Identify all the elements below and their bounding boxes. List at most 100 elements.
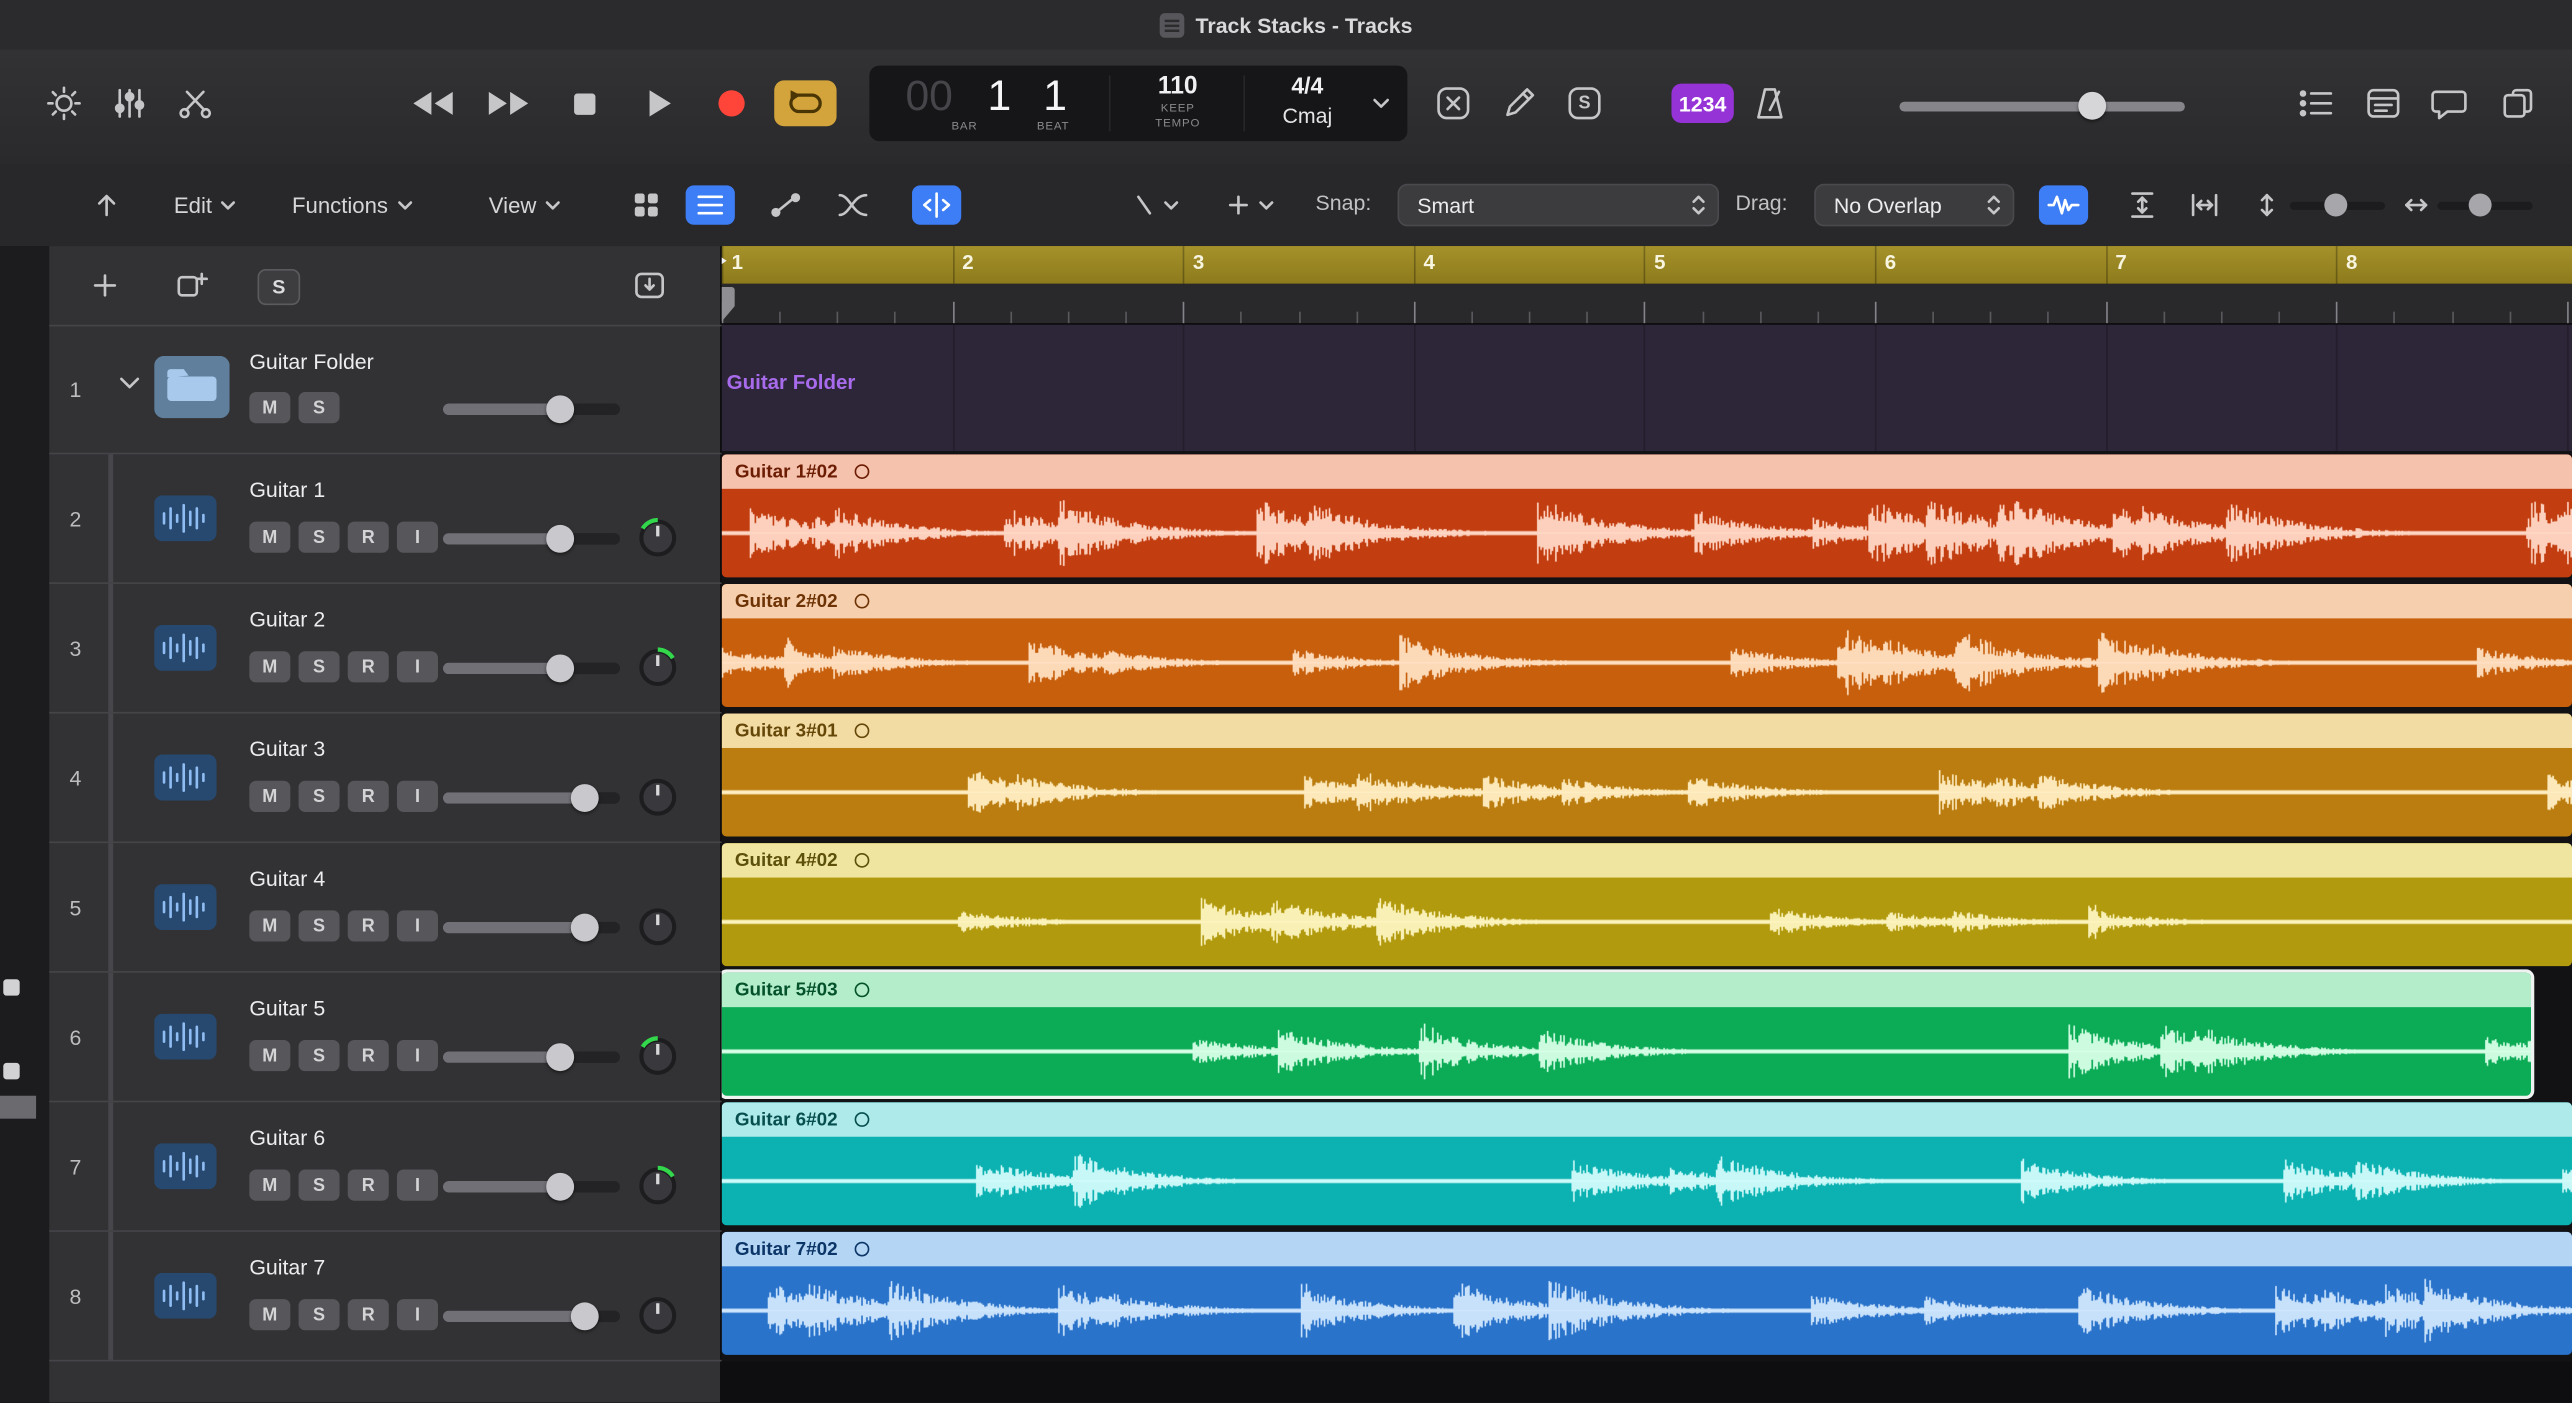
track-name[interactable]: Guitar 7	[249, 1255, 325, 1280]
volume-fader[interactable]	[443, 784, 620, 810]
vertical-zoom-slider[interactable]	[2290, 202, 2385, 210]
global-solo-button[interactable]: S	[258, 269, 301, 305]
track-2-r-button[interactable]: R	[348, 522, 389, 553]
audio-region[interactable]: Guitar 3#01	[722, 714, 2572, 837]
playhead-arrow-icon[interactable]	[722, 251, 727, 271]
fader-thumb[interactable]	[571, 1302, 599, 1330]
ruler-bar-number[interactable]: 2	[962, 251, 973, 274]
pan-knob[interactable]	[636, 776, 679, 819]
region-header[interactable]: Guitar 6#02	[722, 1102, 2572, 1136]
ruler-bar-number[interactable]: 7	[2115, 251, 2126, 274]
ruler-bar-number[interactable]: 6	[1885, 251, 1896, 274]
fader-thumb[interactable]	[547, 525, 575, 553]
functions-menu[interactable]: Functions	[292, 187, 413, 223]
folder-region[interactable]: Guitar Folder	[722, 325, 2572, 451]
region-header[interactable]: Guitar 5#03	[722, 973, 2531, 1007]
fader-thumb[interactable]	[547, 395, 575, 423]
track-8-s-button[interactable]: S	[299, 1299, 340, 1330]
horizontal-zoom-slider[interactable]	[2438, 202, 2533, 210]
track-name[interactable]: Guitar 5	[249, 996, 325, 1021]
track-name[interactable]: Guitar 3	[249, 736, 325, 761]
title-bar[interactable]: Track Stacks - Tracks	[0, 0, 2572, 51]
track-5-i-button[interactable]: I	[397, 910, 438, 941]
region-header[interactable]: Guitar 2#02	[722, 584, 2572, 618]
metronome-icon[interactable]	[1745, 82, 1794, 125]
loop-icon[interactable]	[854, 594, 869, 609]
audio-region[interactable]: Guitar 5#03	[722, 973, 2531, 1096]
list-icon[interactable]	[2292, 82, 2341, 125]
loop-icon[interactable]	[854, 723, 869, 738]
fader-thumb[interactable]	[571, 784, 599, 812]
horizontal-auto-zoom-button[interactable]	[2180, 185, 2229, 224]
rewind-button[interactable]	[408, 82, 457, 125]
folder-track-icon[interactable]	[154, 356, 229, 418]
audio-track-icon[interactable]	[154, 755, 216, 801]
track-3-s-button[interactable]: S	[299, 651, 340, 682]
volume-fader[interactable]	[443, 1302, 620, 1328]
track-row-folder[interactable]: 1 Guitar Folder MS	[49, 325, 722, 455]
volume-fader[interactable]	[443, 1043, 620, 1069]
disclosure-chevron-icon[interactable]	[118, 376, 141, 392]
master-volume-slider[interactable]	[1899, 102, 2184, 112]
fast-forward-button[interactable]	[484, 82, 533, 125]
pencil-icon[interactable]	[1494, 82, 1543, 125]
grid-view-icon[interactable]	[622, 185, 671, 224]
track-5-s-button[interactable]: S	[299, 910, 340, 941]
audio-region[interactable]: Guitar 7#02	[722, 1232, 2572, 1355]
track-5-r-button[interactable]: R	[348, 910, 389, 941]
track-row[interactable]: 6 Guitar 5 MSRI	[49, 973, 722, 1103]
waveform-zoom-button[interactable]	[2039, 185, 2088, 224]
track-7-i-button[interactable]: I	[397, 1170, 438, 1201]
ruler-bar-number[interactable]: 5	[1654, 251, 1665, 274]
audio-track-icon[interactable]	[154, 1014, 216, 1060]
audio-track-icon[interactable]	[154, 495, 216, 541]
track-7-r-button[interactable]: R	[348, 1170, 389, 1201]
play-button[interactable]	[635, 82, 684, 125]
timeline-area[interactable]: 12345678 Guitar Folder Guitar 1#02 Guita…	[722, 246, 2572, 1402]
track-2-i-button[interactable]: I	[397, 522, 438, 553]
track-2-m-button[interactable]: M	[249, 522, 290, 553]
audio-region[interactable]: Guitar 4#02	[722, 843, 2572, 966]
track-name[interactable]: Guitar 1	[249, 477, 325, 502]
flex-icon[interactable]	[912, 185, 961, 224]
track-row[interactable]: 8 Guitar 7 MSRI	[49, 1232, 722, 1362]
region-header[interactable]: Guitar 4#02	[722, 843, 2572, 877]
record-button[interactable]	[707, 82, 756, 125]
brightness-icon[interactable]	[39, 82, 88, 125]
track-1-s-button[interactable]: S	[299, 392, 340, 423]
track-row[interactable]: 7 Guitar 6 MSRI	[49, 1102, 722, 1232]
vertical-zoom-thumb[interactable]	[2324, 194, 2347, 217]
master-volume-thumb[interactable]	[2078, 92, 2106, 120]
pan-knob[interactable]	[636, 517, 679, 560]
loop-icon[interactable]	[854, 464, 869, 479]
cancel-box-icon[interactable]	[1429, 82, 1478, 125]
track-8-r-button[interactable]: R	[348, 1299, 389, 1330]
pan-knob[interactable]	[636, 646, 679, 689]
snap-mode-select[interactable]: Smart	[1398, 184, 1720, 227]
track-5-m-button[interactable]: M	[249, 910, 290, 941]
track-6-s-button[interactable]: S	[299, 1040, 340, 1071]
pan-knob[interactable]	[636, 1165, 679, 1208]
lcd-display[interactable]: 00 1 1 BAR BEAT 110 KEEP TEMPO 4/4 Cmaj	[869, 66, 1407, 141]
loop-icon[interactable]	[854, 1112, 869, 1127]
volume-fader[interactable]	[443, 1173, 620, 1199]
track-row[interactable]: 4 Guitar 3 MSRI	[49, 714, 722, 844]
track-row[interactable]: 2 Guitar 1 MSRI	[49, 454, 722, 584]
horizontal-zoom-thumb[interactable]	[2469, 194, 2492, 217]
track-8-m-button[interactable]: M	[249, 1299, 290, 1330]
audio-region[interactable]: Guitar 1#02	[722, 454, 2572, 577]
copy-icon[interactable]	[2493, 82, 2542, 125]
track-4-r-button[interactable]: R	[348, 781, 389, 812]
region-header[interactable]: Guitar 1#02	[722, 454, 2572, 488]
track-name[interactable]: Guitar 2	[249, 607, 325, 632]
audio-track-icon[interactable]	[154, 1273, 216, 1319]
scissors-icon[interactable]	[171, 82, 220, 125]
track-2-s-button[interactable]: S	[299, 522, 340, 553]
region-header[interactable]: Guitar 7#02	[722, 1232, 2572, 1266]
volume-fader[interactable]	[443, 525, 620, 551]
add-track-button[interactable]	[84, 266, 127, 305]
solo-box-icon[interactable]: S	[1560, 82, 1609, 125]
fader-thumb[interactable]	[547, 1173, 575, 1201]
view-menu[interactable]: View	[489, 187, 561, 223]
track-6-r-button[interactable]: R	[348, 1040, 389, 1071]
